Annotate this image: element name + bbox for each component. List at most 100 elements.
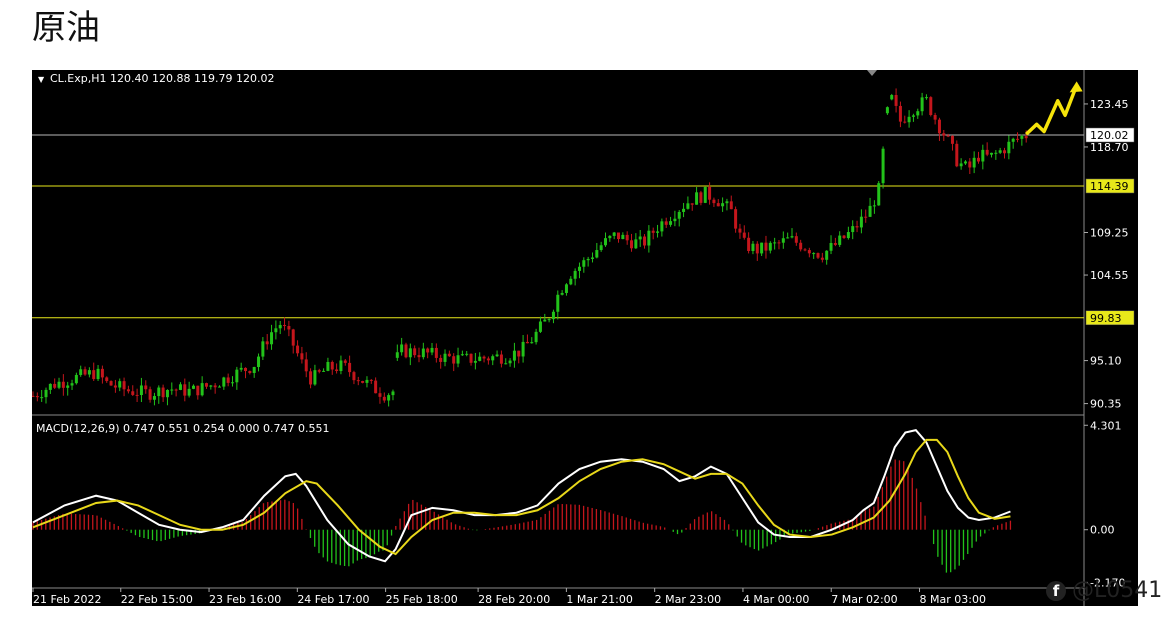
candle-body (673, 218, 677, 222)
price-tick-label-2: 109.25 (1090, 226, 1129, 239)
candle-body (404, 344, 408, 358)
candle-body (751, 243, 755, 252)
price-tick-label-1: 118.70 (1090, 141, 1129, 154)
candle-body (829, 243, 833, 251)
candle-body (551, 311, 555, 320)
candle-body (87, 370, 91, 375)
candle-body (369, 379, 373, 381)
signal-line (32, 438, 1011, 556)
candle-body (955, 143, 959, 167)
x-tick-label-3: 24 Feb 17:00 (297, 593, 369, 606)
candle-body (716, 203, 720, 207)
candle-body (278, 325, 282, 329)
candle-body (617, 232, 621, 240)
candle-body (226, 377, 230, 383)
candle-body (326, 361, 330, 371)
candle-body (963, 161, 967, 164)
candle-body (625, 234, 629, 241)
candle-body (777, 242, 781, 244)
candle-body (1020, 136, 1024, 139)
candle-body (968, 161, 972, 168)
candle-body (890, 95, 894, 100)
candle-body (807, 250, 811, 254)
candle-body (32, 395, 35, 397)
candle-body (838, 235, 842, 245)
candle-body (833, 243, 837, 245)
candle-body (747, 237, 751, 252)
candle-body (469, 353, 473, 363)
candle-body (330, 361, 334, 370)
candle-body (239, 367, 243, 370)
candle-body (595, 250, 599, 258)
price-tick-label-3: 104.55 (1090, 269, 1129, 282)
candle-body (170, 389, 174, 391)
crude-oil-chart[interactable]: 114.3999.83120.02123.45118.70109.25104.5… (32, 70, 1138, 606)
candle-body (35, 396, 39, 398)
candle-body (729, 201, 733, 210)
price-tick-label-4: 95.10 (1090, 355, 1122, 368)
candle-body (122, 381, 126, 390)
candle-body (864, 216, 868, 218)
candle-body (48, 383, 52, 390)
candle-body (400, 344, 404, 353)
forecast-arrow-head (1069, 81, 1083, 93)
candle-body (664, 221, 668, 225)
candle-body (499, 354, 503, 364)
candle-body (590, 257, 594, 259)
candle-body (898, 105, 902, 122)
candle-body (647, 230, 651, 246)
candle-body (608, 235, 612, 239)
candle-body (929, 97, 933, 116)
candle-body (473, 360, 477, 363)
candle-body (452, 356, 456, 364)
candle-body (877, 183, 881, 206)
candle-body (261, 341, 265, 357)
candle-body (946, 135, 950, 137)
candle-body (413, 348, 417, 356)
candle-body (573, 270, 577, 279)
candle-body (911, 115, 915, 117)
candle-body (851, 226, 855, 233)
candle-body (352, 372, 356, 381)
candle-body (682, 208, 686, 212)
price-tick-label-0: 123.45 (1090, 98, 1129, 111)
candle-body (100, 368, 104, 378)
candle-body (395, 352, 399, 358)
candle-body (447, 353, 451, 357)
candle-body (40, 397, 44, 399)
candle-body (803, 249, 807, 251)
candle-body (959, 163, 963, 167)
candle-body (816, 253, 820, 258)
candle-body (430, 347, 434, 353)
candle-body (92, 370, 96, 380)
candle-body (222, 377, 226, 387)
level-label-1: 99.83 (1090, 312, 1122, 325)
candle-body (825, 250, 829, 260)
candle-body (790, 236, 794, 238)
candle-body (478, 356, 482, 361)
candle-body (656, 231, 660, 233)
candle-body (569, 278, 573, 285)
candle-body (690, 203, 694, 205)
candle-body (738, 228, 742, 233)
candle-body (439, 357, 443, 362)
candle-body (508, 360, 512, 364)
candle-body (885, 107, 889, 114)
candle-body (309, 371, 313, 385)
candle-body (712, 199, 716, 204)
candle-body (161, 387, 165, 398)
candle-body (699, 192, 703, 203)
candle-body (916, 111, 920, 116)
candle-body (291, 329, 295, 346)
collapse-icon: ▼ (38, 75, 45, 84)
x-tick-label-9: 7 Mar 02:00 (831, 593, 897, 606)
candle-body (317, 370, 321, 372)
candle-body (920, 97, 924, 112)
watermark: f @L0541 (1046, 578, 1162, 603)
candle-body (708, 186, 712, 200)
candle-body (196, 385, 200, 396)
candle-body (937, 119, 941, 134)
x-tick-label-10: 8 Mar 03:00 (920, 593, 986, 606)
candle-body (703, 186, 707, 203)
candle-body (213, 385, 217, 388)
